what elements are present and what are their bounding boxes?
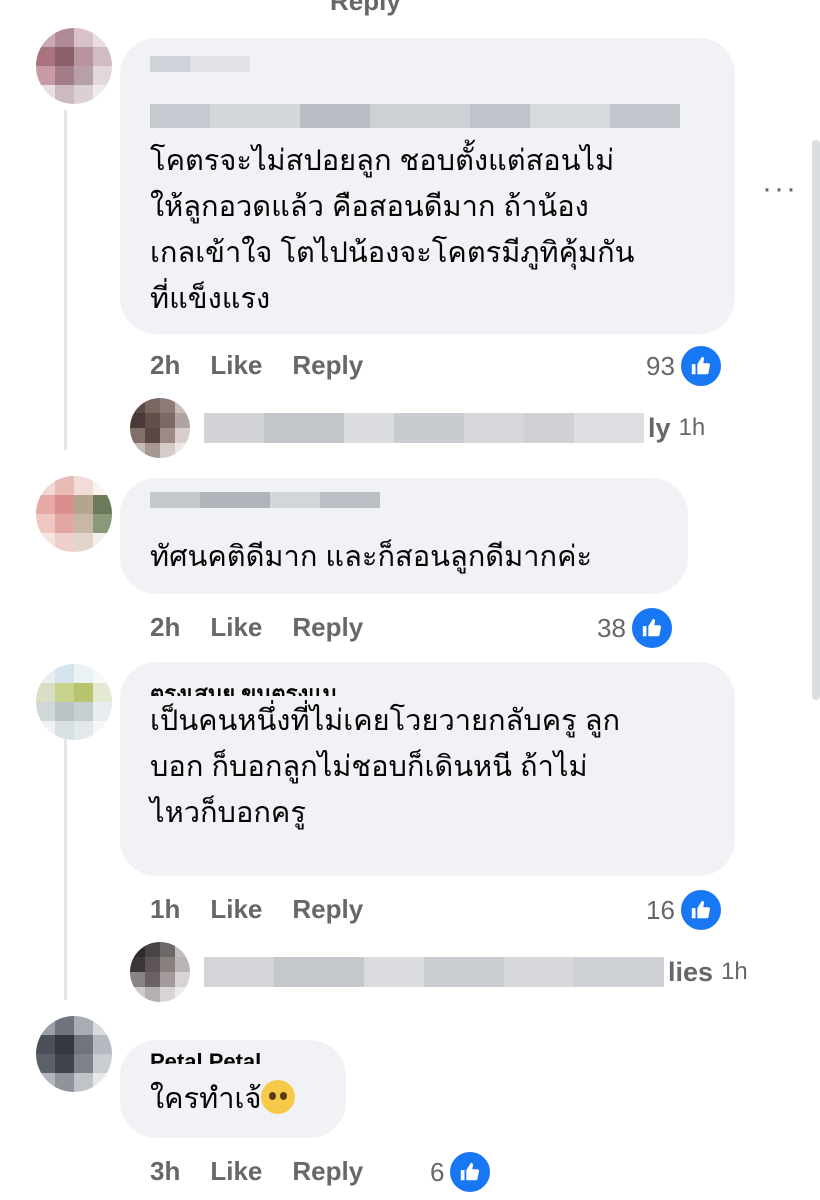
avatar[interactable] (36, 28, 112, 104)
comment-actions: 2h Like Reply (150, 612, 363, 643)
like-button[interactable]: Like (210, 612, 262, 643)
top-reply-fragment: Reply (330, 0, 401, 16)
like-button[interactable]: Like (210, 1156, 262, 1187)
reaction-count[interactable]: 6 (430, 1150, 493, 1194)
reaction-number: 6 (430, 1156, 445, 1187)
author-name-fragment[interactable]: Petal Petal (150, 1050, 316, 1064)
comment-actions: 2h Like Reply (150, 350, 363, 381)
comment-bubble: ทัศนคติดีมาก และก็สอนลูกดีมากค่ะ (120, 478, 688, 594)
reaction-count[interactable]: 16 (646, 888, 723, 932)
avatar[interactable] (36, 664, 112, 740)
replies-label: ly (648, 412, 671, 443)
reply-button[interactable]: Reply (292, 894, 363, 925)
like-reaction-icon (678, 344, 723, 388)
replies-time: 1h (721, 958, 748, 985)
comment-text-row: ใครทำเจ้ (150, 1076, 316, 1122)
comment-time[interactable]: 2h (150, 350, 180, 381)
comment-bubble: โคตรจะไม่สปอยลูก ชอบตั้งแต่สอนไม่ ให้ลูก… (120, 38, 735, 334)
more-options-button[interactable]: ··· (762, 172, 798, 206)
reaction-count[interactable]: 93 (646, 344, 723, 388)
blurred-author-name (150, 56, 250, 72)
reply-button[interactable]: Reply (292, 612, 363, 643)
replies-time: 1h (678, 414, 706, 441)
thread-line (64, 110, 67, 450)
comment-time[interactable]: 1h (150, 894, 180, 925)
author-name-fragment[interactable]: ตรงเสมย ขนตรงแม (150, 682, 705, 696)
avatar[interactable] (36, 1016, 112, 1092)
avatar[interactable] (36, 476, 112, 552)
reaction-count[interactable]: 38 (597, 606, 674, 650)
scrollbar[interactable] (812, 140, 820, 700)
comment-time[interactable]: 3h (150, 1156, 180, 1187)
reaction-number: 38 (597, 612, 626, 643)
blurred-reply-preview (204, 413, 644, 443)
reply-button[interactable]: Reply (292, 1156, 363, 1187)
pleading-face-emoji (261, 1080, 296, 1114)
like-button[interactable]: Like (210, 894, 262, 925)
blurred-reply-preview (204, 957, 664, 987)
replies-label: lies (668, 956, 714, 987)
like-reaction-icon (678, 888, 723, 932)
comment-text: ทัศนคติดีมาก และก็สอนลูกดีมากค่ะ (150, 541, 593, 573)
comment-text: ใครทำเจ้ (150, 1083, 262, 1115)
thread-line (64, 700, 67, 1000)
comment-text: โคตรจะไม่สปอยลูก ชอบตั้งแต่สอนไม่ ให้ลูก… (150, 145, 635, 315)
avatar (130, 398, 190, 458)
like-reaction-icon (629, 606, 674, 650)
comment-text: เป็นคนหนึ่งที่ไม่เคยโวยวายกลับครู ลูก บอ… (150, 705, 621, 829)
blurred-author-name (150, 104, 680, 128)
avatar (130, 942, 190, 1002)
comment-time[interactable]: 2h (150, 612, 180, 643)
blurred-author-name (150, 492, 380, 508)
comment-actions: 1h Like Reply (150, 894, 363, 925)
reply-button[interactable]: Reply (292, 350, 363, 381)
like-reaction-icon (448, 1150, 493, 1194)
reaction-number: 93 (646, 350, 675, 381)
comment-bubble: Petal Petal ใครทำเจ้ (120, 1040, 346, 1138)
view-replies-link[interactable]: ly 1h (130, 398, 705, 458)
view-replies-link[interactable]: lies 1h (130, 942, 748, 1002)
like-button[interactable]: Like (210, 350, 262, 381)
reaction-number: 16 (646, 894, 675, 925)
comment-bubble: ตรงเสมย ขนตรงแม เป็นคนหนึ่งที่ไม่เคยโวยว… (120, 662, 735, 876)
comment-actions: 3h Like Reply (150, 1156, 363, 1187)
